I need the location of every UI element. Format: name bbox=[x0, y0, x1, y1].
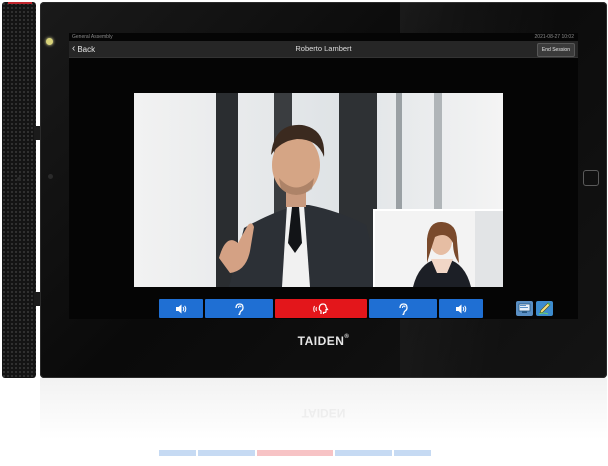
status-bar: General Assembly 2021-08-27 10:02 bbox=[69, 33, 578, 41]
toolbar-reflection bbox=[159, 450, 432, 456]
date-time: 2021-08-27 10:02 bbox=[534, 34, 574, 40]
touch-screen: General Assembly 2021-08-27 10:02 ‹ Back… bbox=[69, 33, 578, 319]
volume-down-button[interactable] bbox=[159, 299, 203, 318]
volume-up-button[interactable] bbox=[439, 299, 483, 318]
annotate-button[interactable] bbox=[536, 301, 553, 316]
main-video-feed bbox=[134, 93, 503, 287]
speak-button[interactable] bbox=[275, 299, 367, 318]
speaker-grille bbox=[2, 2, 36, 378]
screen-share-icon bbox=[518, 303, 531, 313]
page-title: Roberto Lambert bbox=[295, 44, 352, 53]
light-sensor bbox=[48, 174, 53, 179]
microphone-hole bbox=[17, 177, 21, 181]
meeting-name: General Assembly bbox=[72, 34, 113, 40]
brand-reflection: TAIDEN bbox=[301, 406, 346, 420]
brand-logo: TAIDEN® bbox=[297, 334, 350, 348]
listen-left-button[interactable] bbox=[205, 299, 273, 318]
ear-icon bbox=[399, 302, 408, 315]
self-view-video bbox=[373, 209, 503, 287]
screen-share-button[interactable] bbox=[516, 301, 533, 316]
brand-accent-stripe bbox=[8, 2, 32, 4]
listen-right-button[interactable] bbox=[369, 299, 437, 318]
speaker-icon bbox=[456, 304, 467, 313]
pen-icon bbox=[538, 302, 551, 315]
front-camera bbox=[46, 38, 53, 45]
speaking-head-icon bbox=[313, 302, 329, 314]
speaker-icon bbox=[176, 304, 187, 313]
home-button[interactable] bbox=[583, 170, 599, 186]
control-toolbar bbox=[159, 299, 483, 318]
end-session-button[interactable]: End Session bbox=[536, 43, 575, 57]
ear-icon bbox=[235, 302, 244, 315]
participant-video-image bbox=[375, 211, 503, 287]
title-bar: ‹ Back Roberto Lambert End Session bbox=[69, 41, 578, 58]
